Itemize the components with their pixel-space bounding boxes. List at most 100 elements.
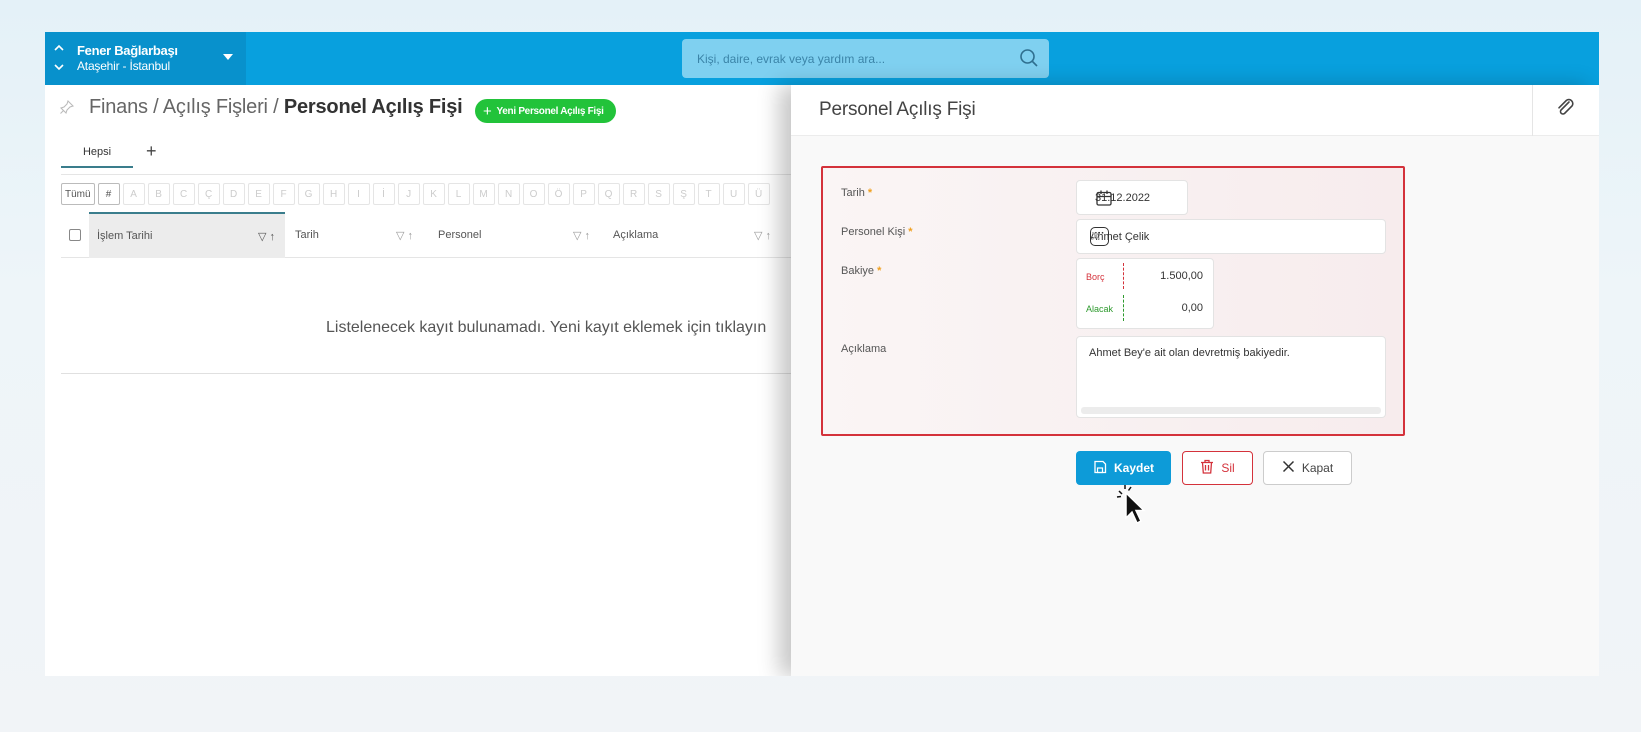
panel-title: Personel Açılış Fişi — [819, 99, 976, 120]
search-input[interactable] — [682, 39, 1049, 78]
alpha-filter-letter[interactable]: N — [497, 183, 520, 205]
filter-sort-icon[interactable]: ▽ ↑ — [573, 229, 590, 242]
alpha-filter-letter[interactable]: A — [122, 183, 145, 205]
alpha-filter-letter[interactable]: S — [647, 183, 670, 205]
delete-button[interactable]: Sil — [1182, 451, 1253, 485]
mouse-cursor-icon — [1116, 484, 1150, 531]
close-button[interactable]: Kapat — [1263, 451, 1352, 485]
column-header-date[interactable]: Tarih ▽ ↑ — [287, 212, 423, 258]
breadcrumb: Finans / Açılış Fişleri / Personel Açılı… — [89, 96, 463, 119]
save-icon — [1093, 460, 1107, 477]
alpha-filter-letter[interactable]: G — [297, 183, 320, 205]
date-field[interactable]: 31.12.2022 — [1076, 180, 1188, 215]
panel-header: Personel Açılış Fişi — [791, 85, 1599, 136]
column-label: Tarih — [295, 229, 319, 241]
description-label: Açıklama — [841, 343, 887, 355]
organization-switcher[interactable]: Fener Bağlarbaşı Ataşehir - İstanbul — [45, 32, 246, 85]
paperclip-icon — [1555, 97, 1577, 124]
alpha-filter-letter[interactable]: U — [722, 183, 745, 205]
add-tab-button[interactable]: + — [146, 141, 157, 162]
close-icon — [1282, 460, 1295, 476]
top-bar: Fener Bağlarbaşı Ataşehir - İstanbul — [45, 32, 1599, 85]
filter-sort-icon[interactable]: ▽ ↑ — [396, 229, 413, 242]
tab-all[interactable]: Hepsi — [61, 144, 133, 168]
column-header-personnel[interactable]: Personel ▽ ↑ — [430, 212, 600, 258]
save-button[interactable]: Kaydet — [1076, 451, 1171, 485]
select-all-checkbox[interactable] — [69, 229, 81, 241]
balance-label: Bakiye * — [841, 265, 882, 277]
column-label: Personel — [438, 229, 482, 241]
alpha-filter-letter[interactable]: D — [222, 183, 245, 205]
alpha-filter-letter[interactable]: K — [422, 183, 445, 205]
divider — [1123, 295, 1124, 321]
resize-scrollbar[interactable] — [1081, 407, 1381, 414]
alpha-filter-letter[interactable]: Q — [597, 183, 620, 205]
org-name: Fener Bağlarbaşı — [77, 43, 178, 58]
balance-field: Borç 1.500,00 Alacak 0,00 — [1076, 258, 1214, 329]
column-header-description[interactable]: Açıklama ▽ ↑ — [605, 212, 781, 258]
new-record-button[interactable]: + Yeni Personel Açılış Fişi — [475, 99, 616, 123]
alpha-filter-letter[interactable]: T — [697, 183, 720, 205]
side-panel: Personel Açılış Fişi Tarih * 31.12.2022 … — [791, 85, 1599, 676]
alphabet-filter: Tümü # A B C Ç D E F G H I İ J K L M N O… — [61, 183, 770, 205]
alpha-filter-letter[interactable]: Ö — [547, 183, 570, 205]
debit-label: Borç — [1086, 272, 1105, 282]
breadcrumb-path[interactable]: Finans / Açılış Fişleri / — [89, 96, 279, 118]
alpha-filter-letter[interactable]: Ş — [672, 183, 695, 205]
table-header: İşlem Tarihi ▽ ↑ Tarih ▽ ↑ Personel ▽ ↑ … — [61, 212, 831, 258]
alpha-filter-letter[interactable]: J — [397, 183, 420, 205]
alpha-filter-hash[interactable]: # — [97, 183, 120, 205]
clear-icon[interactable]: ✕ — [1090, 228, 1355, 245]
alpha-filter-letter[interactable]: I — [347, 183, 370, 205]
description-input[interactable]: Ahmet Bey'e ait olan devretmiş bakiyedir… — [1077, 337, 1385, 407]
divider — [61, 373, 831, 374]
more-options-icon[interactable]: ··· — [1090, 227, 1109, 246]
column-label: Açıklama — [613, 229, 659, 241]
credit-row[interactable]: Alacak 0,00 — [1077, 291, 1213, 325]
debit-value[interactable]: 1.500,00 — [1160, 270, 1203, 282]
app-window: Fener Bağlarbaşı Ataşehir - İstanbul Fin… — [45, 32, 1599, 676]
org-location: Ataşehir - İstanbul — [77, 59, 170, 73]
alpha-filter-letter[interactable]: O — [522, 183, 545, 205]
alpha-filter-letter[interactable]: C — [172, 183, 195, 205]
date-label: Tarih * — [841, 187, 873, 199]
delete-label: Sil — [1221, 461, 1235, 475]
search-bar[interactable] — [682, 39, 1049, 78]
alpha-filter-all[interactable]: Tümü — [61, 183, 95, 205]
alpha-filter-letter[interactable]: H — [322, 183, 345, 205]
person-label: Personel Kişi * — [841, 226, 913, 238]
switch-arrows-icon[interactable] — [53, 42, 65, 74]
alpha-filter-letter[interactable]: P — [572, 183, 595, 205]
credit-label: Alacak — [1086, 304, 1114, 314]
alpha-filter-letter[interactable]: M — [472, 183, 495, 205]
search-icon[interactable] — [1019, 48, 1039, 73]
divider — [1123, 263, 1124, 289]
pin-icon[interactable] — [59, 99, 75, 120]
debit-row[interactable]: Borç 1.500,00 — [1077, 259, 1213, 293]
alpha-filter-letter[interactable]: E — [247, 183, 270, 205]
opening-form: Tarih * 31.12.2022 Personel Kişi * Ahmet… — [821, 166, 1405, 436]
attachment-button[interactable] — [1532, 85, 1599, 136]
alpha-filter-letter[interactable]: B — [147, 183, 170, 205]
trash-icon — [1200, 459, 1214, 477]
empty-message[interactable]: Listelenecek kayıt bulunamadı. Yeni kayı… — [326, 319, 766, 337]
person-field[interactable]: Ahmet Çelik ✕ ··· — [1076, 219, 1386, 254]
plus-icon: + — [483, 102, 492, 120]
alpha-filter-letter[interactable]: İ — [372, 183, 395, 205]
alpha-filter-letter[interactable]: L — [447, 183, 470, 205]
page-title: Personel Açılış Fişi — [283, 96, 463, 118]
alpha-filter-letter[interactable]: R — [622, 183, 645, 205]
close-label: Kapat — [1301, 461, 1334, 475]
alpha-filter-letter[interactable]: F — [272, 183, 295, 205]
filter-sort-icon[interactable]: ▽ ↑ — [754, 229, 771, 242]
column-label: İşlem Tarihi — [97, 230, 153, 242]
calendar-icon[interactable] — [1095, 189, 1173, 210]
credit-value[interactable]: 0,00 — [1182, 302, 1203, 314]
column-header-operation-date[interactable]: İşlem Tarihi ▽ ↑ — [89, 212, 285, 258]
filter-sort-icon[interactable]: ▽ ↑ — [258, 230, 275, 243]
chevron-down-icon[interactable] — [223, 54, 233, 60]
save-label: Kaydet — [1113, 461, 1154, 475]
alpha-filter-letter[interactable]: Ç — [197, 183, 220, 205]
description-field[interactable]: Ahmet Bey'e ait olan devretmiş bakiyedir… — [1076, 336, 1386, 418]
alpha-filter-letter[interactable]: Ü — [747, 183, 770, 205]
